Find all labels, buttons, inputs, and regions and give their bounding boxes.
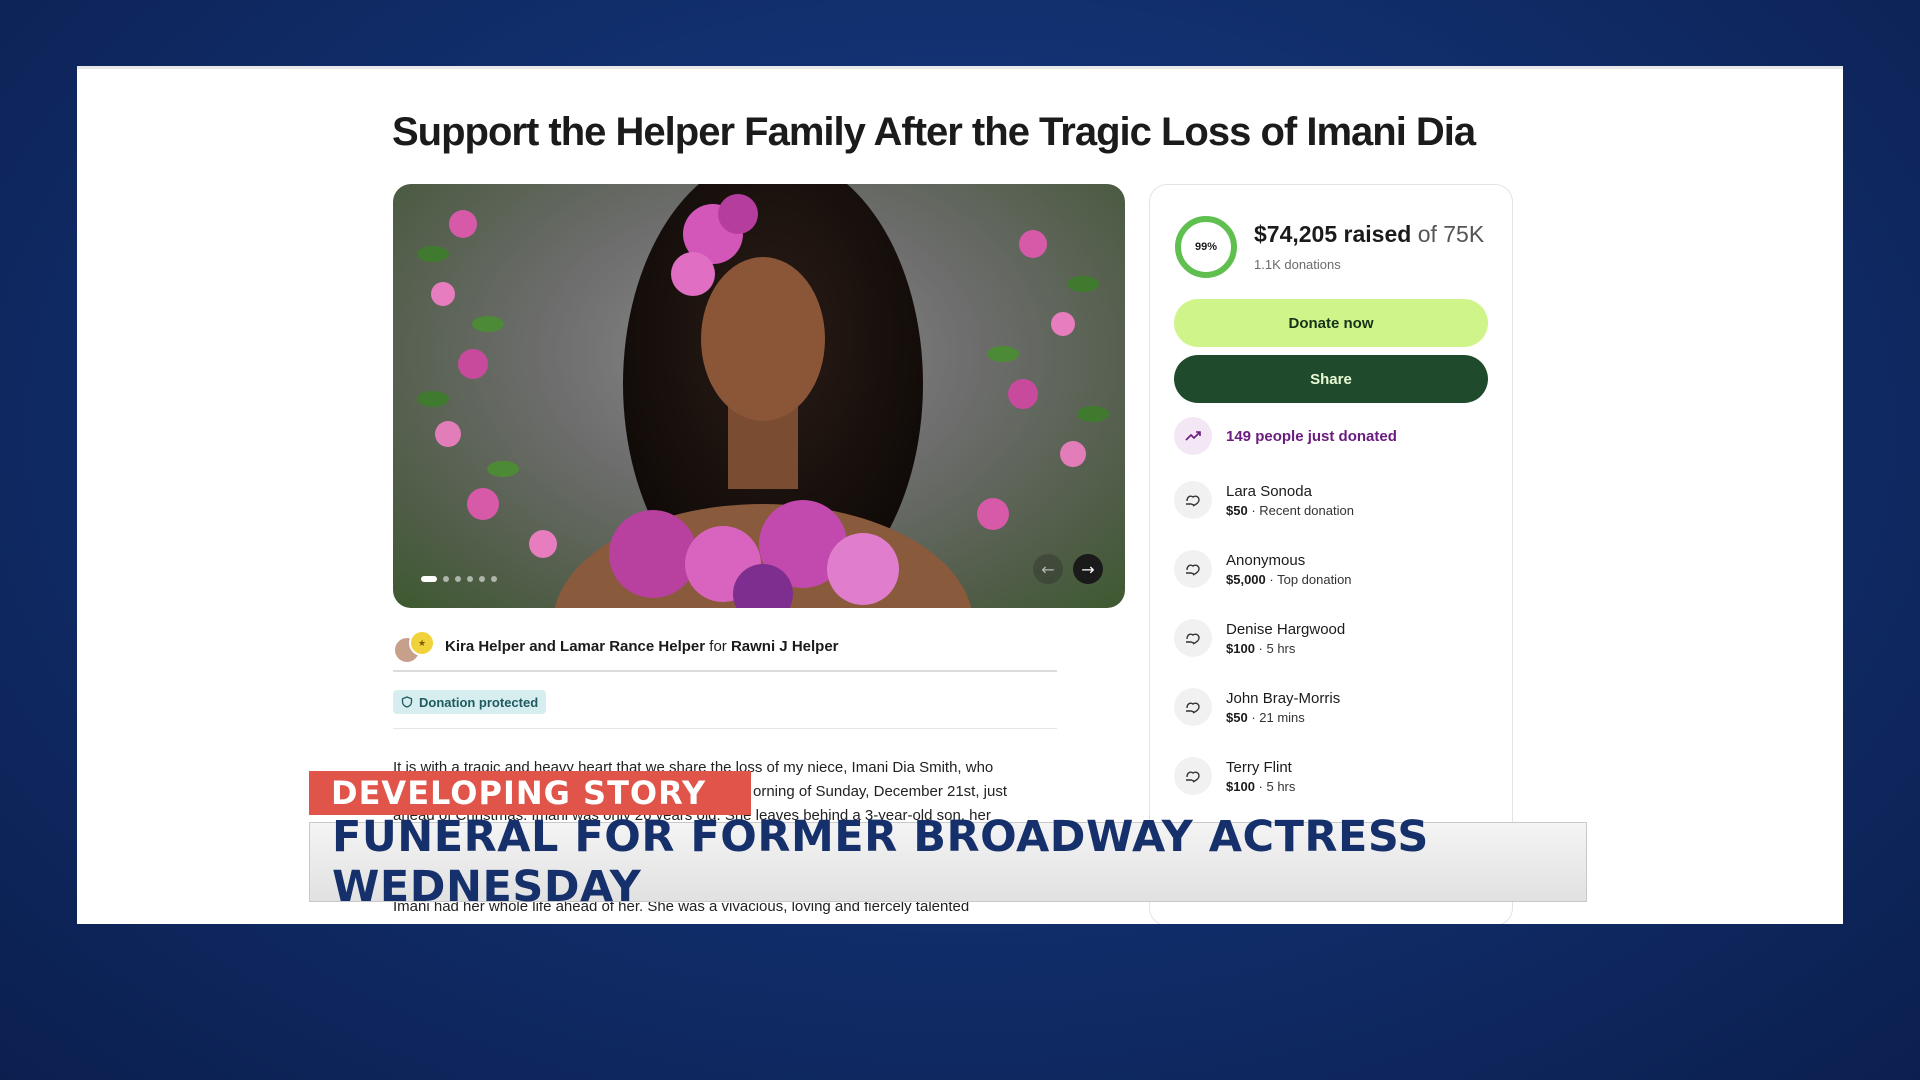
hand-heart-icon xyxy=(1174,481,1212,519)
recent-donations-text: 149 people just donated xyxy=(1226,427,1397,445)
carousel-dot[interactable] xyxy=(479,576,485,582)
carousel-dot-active[interactable] xyxy=(421,576,437,582)
donor-list-item: Terry Flint $100 · 5 hrs xyxy=(1174,757,1295,795)
progress-percent: 99% xyxy=(1194,241,1218,253)
raised-amount: $74,205 raised xyxy=(1254,221,1412,247)
donor-detail: · 5 hrs xyxy=(1254,778,1296,794)
donor-amount: $5,000 xyxy=(1226,571,1266,587)
organizer-for: for xyxy=(709,637,727,655)
donor-list-item: John Bray-Morris $50 · 21 mins xyxy=(1174,688,1340,726)
campaign-photo xyxy=(417,184,1109,608)
news-headline-chyron: FUNERAL FOR FORMER BROADWAY ACTRESS WEDN… xyxy=(309,812,1587,912)
donor-detail: · 5 hrs xyxy=(1254,640,1296,656)
donor-amount: $100 xyxy=(1226,640,1255,656)
donor-name: Terry Flint xyxy=(1226,758,1292,776)
carousel-dots xyxy=(421,576,497,582)
trending-up-icon xyxy=(1174,417,1212,455)
shield-icon xyxy=(401,696,413,708)
campaign-photo-carousel[interactable]: ← → xyxy=(393,184,1125,608)
donor-detail: · Top donation xyxy=(1265,571,1352,587)
hand-heart-icon xyxy=(1174,619,1212,657)
donor-name: John Bray-Morris xyxy=(1226,689,1341,707)
donor-amount: $50 xyxy=(1226,502,1248,518)
arrow-left-icon[interactable]: ← xyxy=(1033,554,1063,584)
divider xyxy=(393,670,1057,672)
hand-heart-icon xyxy=(1174,757,1212,795)
hand-heart-icon xyxy=(1174,550,1212,588)
carousel-dot[interactable] xyxy=(455,576,461,582)
organizer-names: Kira Helper and Lamar Rance Helper xyxy=(445,637,706,655)
donor-detail: · Recent donation xyxy=(1247,502,1354,518)
donor-detail: · 21 mins xyxy=(1247,709,1305,725)
carousel-dot[interactable] xyxy=(467,576,473,582)
donor-list-item: Anonymous $5,000 · Top donation xyxy=(1174,550,1352,588)
arrow-right-icon[interactable]: → xyxy=(1073,554,1103,584)
carousel-dot[interactable] xyxy=(443,576,449,582)
donor-list-item: Denise Hargwood $100 · 5 hrs xyxy=(1174,619,1345,657)
donor-name: Lara Sonoda xyxy=(1226,482,1312,500)
donor-amount: $100 xyxy=(1226,778,1255,794)
campaign-title: Support the Helper Family After the Trag… xyxy=(392,110,1476,154)
divider xyxy=(393,728,1057,729)
developing-story-tag: DEVELOPING STORY xyxy=(309,771,751,815)
carousel-dot[interactable] xyxy=(491,576,497,582)
donate-now-button[interactable]: Donate now xyxy=(1174,299,1488,347)
donor-amount: $50 xyxy=(1226,709,1248,725)
organizer-avatars: ★ xyxy=(393,630,435,664)
goal-amount: of 75K xyxy=(1417,221,1485,247)
donor-name: Denise Hargwood xyxy=(1226,620,1346,638)
donor-name: Anonymous xyxy=(1226,551,1306,569)
hand-heart-icon xyxy=(1174,688,1212,726)
avatar: ★ xyxy=(409,630,435,656)
donation-protected-badge[interactable]: Donation protected xyxy=(393,690,547,714)
beneficiary-name: Rawni J Helper xyxy=(730,637,839,655)
recent-donations-summary: 149 people just donated xyxy=(1174,417,1397,455)
share-button[interactable]: Share xyxy=(1174,355,1488,403)
donations-count: 1.1K donations xyxy=(1254,257,1341,272)
donor-list-item: Lara Sonoda $50 · Recent donation xyxy=(1174,481,1354,519)
badge-label: Donation protected xyxy=(419,694,539,710)
amount-raised: $74,205 raised of 75K xyxy=(1254,221,1484,248)
organizer-row: ★ Kira Helper and Lamar Rance Helper for… xyxy=(393,626,1053,666)
page-top-border xyxy=(77,66,1843,69)
